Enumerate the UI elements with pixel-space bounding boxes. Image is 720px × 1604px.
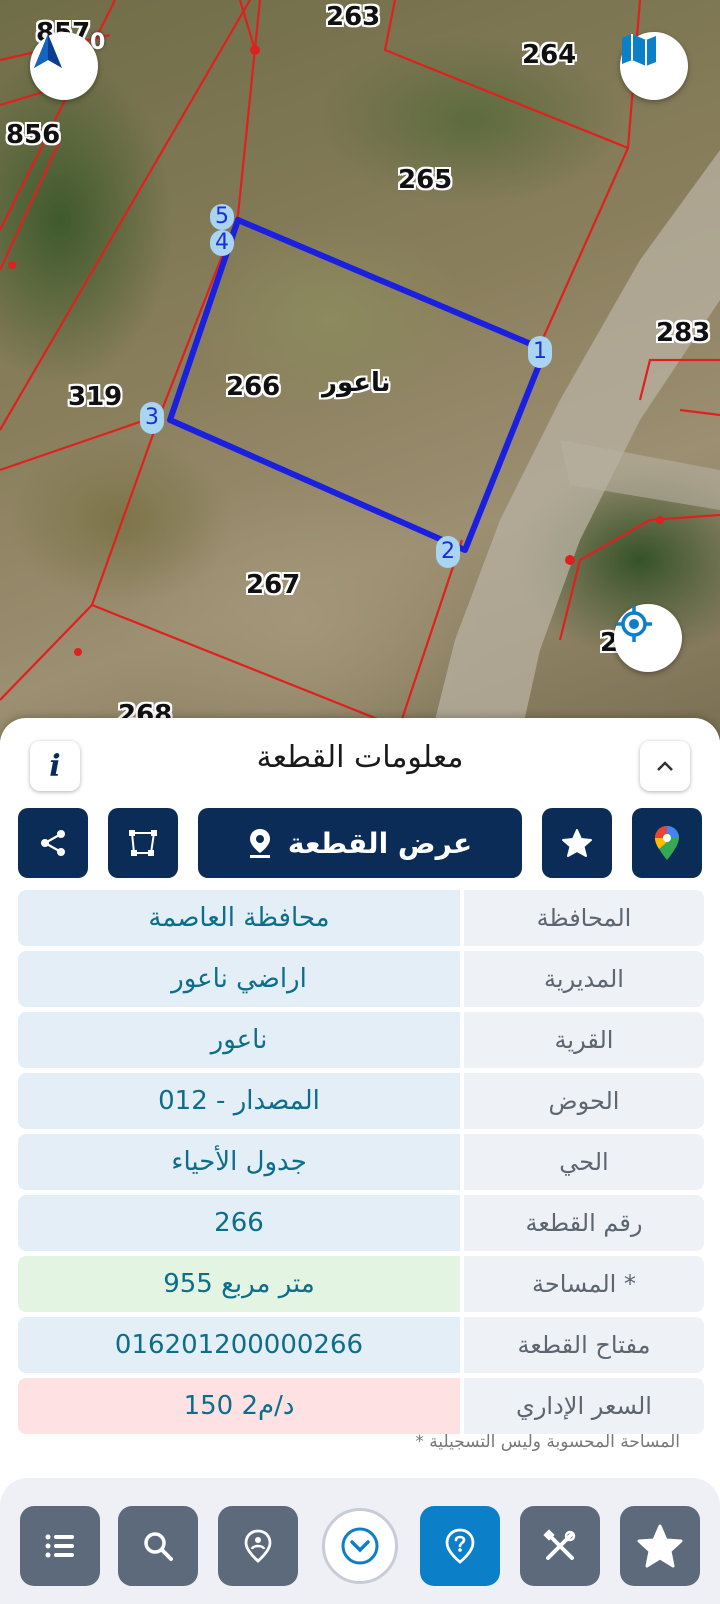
polygon-icon <box>129 830 157 856</box>
info-icon: i <box>49 748 61 784</box>
row-value[interactable]: 266 <box>18 1195 460 1251</box>
nav-tools-button[interactable] <box>520 1506 600 1586</box>
row-value[interactable]: المصدار - 012 <box>18 1073 460 1129</box>
parcel-info-table: محافظة العاصمة المحافظة اراضي ناعور المد… <box>18 890 704 1439</box>
row-value[interactable]: جدول الأحياء <box>18 1134 460 1190</box>
row-label: الحي <box>464 1134 704 1190</box>
collapse-button[interactable] <box>640 741 690 791</box>
location-pin-icon <box>249 829 270 858</box>
share-button[interactable] <box>18 808 88 878</box>
panel-title: معلومات القطعة <box>256 740 464 775</box>
search-icon <box>144 1532 173 1561</box>
row-label: المساحة * <box>464 1256 704 1312</box>
chevron-up-icon <box>657 761 673 771</box>
parcel-number: 266 <box>226 372 281 402</box>
share-icon <box>41 830 65 856</box>
nav-expand-button[interactable] <box>322 1508 398 1584</box>
row-value[interactable]: 955 متر مربع <box>18 1256 460 1312</box>
nav-favorites-button[interactable] <box>620 1506 700 1586</box>
star-icon <box>637 1524 683 1568</box>
favorite-button[interactable] <box>542 808 612 878</box>
tools-icon <box>543 1529 576 1560</box>
nav-parcel-info-button[interactable] <box>420 1506 500 1586</box>
village-label: ناعور <box>322 368 391 398</box>
row-value[interactable]: محافظة العاصمة <box>18 890 460 946</box>
person-pin-icon <box>244 1529 272 1563</box>
parcel-number: 265 <box>398 165 453 195</box>
info-button[interactable]: i <box>30 741 80 791</box>
vertex-marker[interactable]: 2 <box>436 536 460 568</box>
row-label: الحوض <box>464 1073 704 1129</box>
chevron-down-circle-icon <box>341 1527 379 1565</box>
parcel-number: 263 <box>326 2 381 32</box>
row-label: مفتاح القطعة <box>464 1317 704 1373</box>
question-pin-icon <box>445 1528 475 1564</box>
nav-search-button[interactable] <box>118 1506 198 1586</box>
table-row: ناعور القرية <box>18 1012 704 1068</box>
table-row: محافظة العاصمة المحافظة <box>18 890 704 946</box>
parcel-number: 319 <box>68 382 123 412</box>
nav-my-location-button[interactable] <box>218 1506 298 1586</box>
polygon-button[interactable] <box>108 808 178 878</box>
parcel-number: 267 <box>246 570 301 600</box>
vertex-marker[interactable]: 4 <box>210 230 234 256</box>
panel-header: i معلومات القطعة <box>0 718 720 791</box>
nav-list-button[interactable] <box>20 1506 100 1586</box>
table-row: المصدار - 012 الحوض <box>18 1073 704 1129</box>
compass-button[interactable] <box>30 32 98 100</box>
row-label: القرية <box>464 1012 704 1068</box>
vertex-marker[interactable]: 3 <box>140 402 164 434</box>
map-view[interactable]: 857 263 264 856 265 283 266 ناعور 319 26… <box>0 0 720 740</box>
parcel-number: 283 <box>656 318 711 348</box>
vertex-marker[interactable]: 5 <box>210 204 234 230</box>
row-value[interactable]: 150 د/م2 <box>18 1378 460 1434</box>
view-parcel-label: عرض القطعة <box>287 826 473 860</box>
row-value[interactable]: ناعور <box>18 1012 460 1068</box>
table-row: 955 متر مربع المساحة * <box>18 1256 704 1312</box>
list-icon <box>45 1534 74 1558</box>
table-row: 016201200000266 مفتاح القطعة <box>18 1317 704 1373</box>
table-row: جدول الأحياء الحي <box>18 1134 704 1190</box>
view-parcel-button[interactable]: عرض القطعة <box>198 808 522 878</box>
parcel-number: 264 <box>522 40 577 70</box>
map-mode-button[interactable] <box>620 32 688 100</box>
crosshair-icon <box>616 606 652 642</box>
vertex-marker[interactable]: 1 <box>528 336 552 368</box>
bottom-navigation <box>0 1478 720 1604</box>
row-label: السعر الإداري <box>464 1378 704 1434</box>
parcel-number: 856 <box>6 120 61 150</box>
google-maps-icon <box>655 826 679 860</box>
row-label: المديرية <box>464 951 704 1007</box>
north-arrow-icon <box>34 34 62 68</box>
google-maps-button[interactable] <box>632 808 702 878</box>
star-icon <box>562 829 592 857</box>
table-row: اراضي ناعور المديرية <box>18 951 704 1007</box>
table-row: 266 رقم القطعة <box>18 1195 704 1251</box>
row-label: رقم القطعة <box>464 1195 704 1251</box>
map-icon <box>622 34 656 66</box>
parcel-info-panel: i معلومات القطعة DALEEL AQAR <box>0 718 720 1604</box>
area-footnote: * المساحة المحسوبة وليس التسجيلية <box>415 1432 680 1452</box>
row-label: المحافظة <box>464 890 704 946</box>
row-value[interactable]: 016201200000266 <box>18 1317 460 1373</box>
table-row: 150 د/م2 السعر الإداري <box>18 1378 704 1434</box>
locate-button[interactable] <box>614 604 682 672</box>
row-value[interactable]: اراضي ناعور <box>18 951 460 1007</box>
